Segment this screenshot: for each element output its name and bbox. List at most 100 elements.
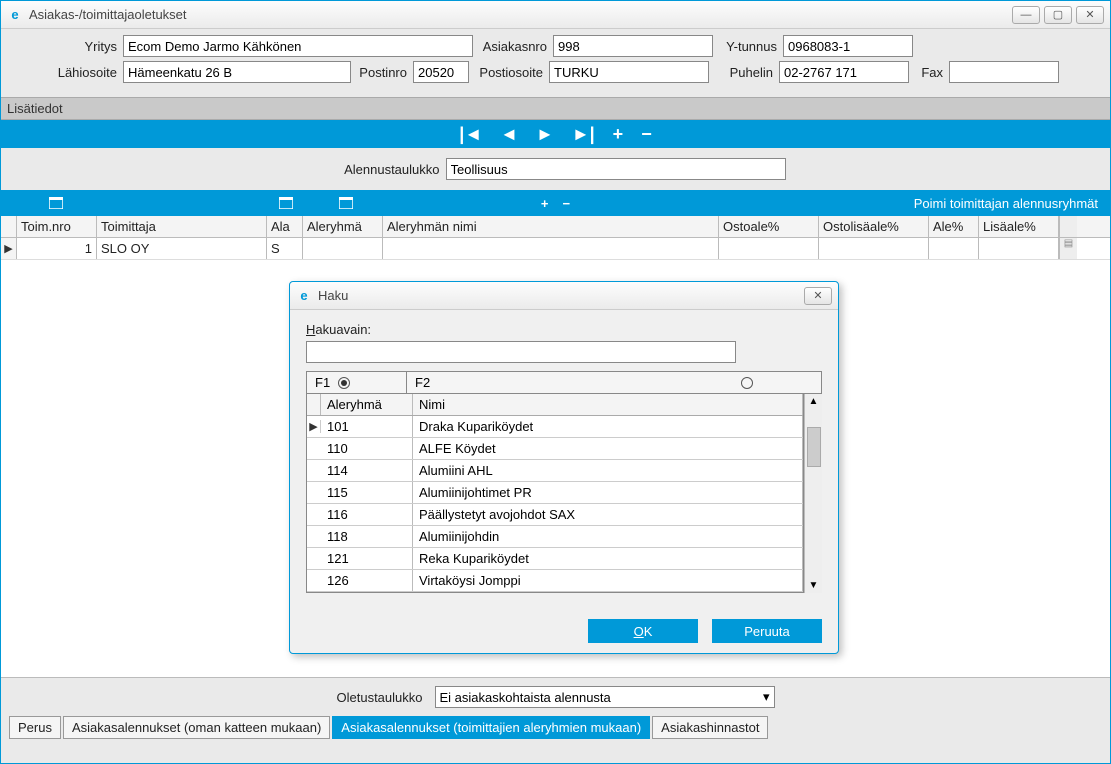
dialog-close-button[interactable]: ✕ — [804, 287, 832, 305]
dlg-col-aleryhma[interactable]: Aleryhmä — [321, 394, 413, 415]
alennustaulukko-row: Alennustaulukko — [1, 148, 1110, 190]
ok-button[interactable]: OK — [588, 619, 698, 643]
grid-scroll[interactable] — [1059, 216, 1077, 237]
next-icon[interactable]: ► — [536, 124, 554, 145]
main-window: e Asiakas-/toimittajaoletukset — ▢ ✕ Yri… — [0, 0, 1111, 764]
ytunnus-field[interactable] — [783, 35, 913, 57]
yritys-field[interactable] — [123, 35, 473, 57]
tab-asiakasalennukset-toim[interactable]: Asiakasalennukset (toimittajien aleryhmi… — [332, 716, 650, 739]
dlg-corner — [307, 394, 321, 415]
remove-icon[interactable]: − — [641, 124, 652, 145]
app-icon: e — [7, 7, 23, 23]
col-ostolisaale[interactable]: Ostolisäale% — [819, 216, 929, 237]
maximize-button[interactable]: ▢ — [1044, 6, 1072, 24]
tab-asiakashinnastot[interactable]: Asiakashinnastot — [652, 716, 768, 739]
oletustaulukko-value: Ei asiakaskohtaista alennusta — [440, 690, 611, 705]
cell-aleryhma[interactable] — [303, 238, 383, 259]
col-lisaale[interactable]: Lisäale% — [979, 216, 1059, 237]
list-item[interactable]: 118Alumiinijohdin — [307, 526, 803, 548]
cancel-button[interactable]: Peruuta — [712, 619, 822, 643]
dialog-grid: Aleryhmä Nimi ▶101Draka Kupariköydet110A… — [306, 394, 804, 593]
oletustaulukko-row: Oletustaulukko Ei asiakaskohtaista alenn… — [1, 678, 1110, 716]
col-toimnro[interactable]: Toim.nro — [17, 216, 97, 237]
col-ala[interactable]: Ala — [267, 216, 303, 237]
grid-header: Toim.nro Toimittaja Ala Aleryhmä Aleryhm… — [1, 216, 1110, 238]
poimi-link[interactable]: Poimi toimittajan alennusryhmät — [914, 196, 1110, 211]
cell-name: Virtaköysi Jomppi — [413, 570, 803, 591]
col-ale[interactable]: Ale% — [929, 216, 979, 237]
cell-lisaale[interactable] — [979, 238, 1059, 259]
f2-label: F2 — [415, 375, 430, 390]
postinro-field[interactable] — [413, 61, 469, 83]
cell-ala[interactable]: S — [267, 238, 303, 259]
tab-perus[interactable]: Perus — [9, 716, 61, 739]
f1-tab[interactable]: F1 — [307, 372, 407, 393]
puhelin-field[interactable] — [779, 61, 909, 83]
hakuavain-label: Hakuavain: — [306, 322, 822, 337]
hakuavain-input[interactable] — [306, 341, 736, 363]
list-item[interactable]: 126Virtaköysi Jomppi — [307, 570, 803, 592]
dialog-tabheader: F1 F2 — [306, 371, 822, 394]
grid-add-icon[interactable]: + — [541, 196, 549, 211]
cell-code: 115 — [321, 482, 413, 503]
oletustaulukko-select[interactable]: Ei asiakaskohtaista alennusta ▾ — [435, 686, 775, 708]
cell-ostolisaale[interactable] — [819, 238, 929, 259]
close-button[interactable]: ✕ — [1076, 6, 1104, 24]
alennustaulukko-field[interactable] — [446, 158, 786, 180]
cell-name: Reka Kupariköydet — [413, 548, 803, 569]
dialog-titlebar: e Haku ✕ — [290, 282, 838, 310]
asiakasnro-label: Asiakasnro — [473, 39, 553, 54]
grid-scroll-track[interactable]: ▤ — [1059, 238, 1077, 259]
cell-code: 118 — [321, 526, 413, 547]
dialog-scrollbar[interactable]: ▲ ▼ — [804, 394, 822, 593]
lisatiedot-header: Lisätiedot — [1, 97, 1110, 120]
scroll-thumb[interactable] — [807, 427, 821, 467]
postinro-label: Postinro — [351, 65, 413, 80]
cell-aleryhman-nimi[interactable] — [383, 238, 719, 259]
window-icon-2[interactable] — [271, 197, 301, 209]
list-item[interactable]: 110ALFE Köydet — [307, 438, 803, 460]
dlg-col-nimi[interactable]: Nimi — [413, 394, 803, 415]
minimize-button[interactable]: — — [1012, 6, 1040, 24]
dialog-app-icon: e — [296, 288, 312, 304]
cell-code: 101 — [321, 416, 413, 437]
tab-asiakasalennukset-oman[interactable]: Asiakasalennukset (oman katteen mukaan) — [63, 716, 330, 739]
first-icon[interactable]: |◄ — [459, 124, 482, 145]
last-icon[interactable]: ►| — [572, 124, 595, 145]
cell-ale[interactable] — [929, 238, 979, 259]
list-item[interactable]: 115Alumiinijohtimet PR — [307, 482, 803, 504]
col-ostoale[interactable]: Ostoale% — [719, 216, 819, 237]
scroll-up-icon[interactable]: ▲ — [809, 396, 819, 407]
list-item[interactable]: 121Reka Kupariköydet — [307, 548, 803, 570]
lahiosoite-field[interactable] — [123, 61, 351, 83]
col-toimittaja[interactable]: Toimittaja — [97, 216, 267, 237]
alennustaulukko-label: Alennustaulukko — [326, 162, 446, 177]
table-row[interactable]: ▶ 1 SLO OY S ▤ — [1, 238, 1110, 260]
f1-radio[interactable] — [338, 377, 350, 389]
fax-field[interactable] — [949, 61, 1059, 83]
cell-code: 121 — [321, 548, 413, 569]
list-item[interactable]: 114Alumiini AHL — [307, 460, 803, 482]
f2-radio[interactable] — [741, 377, 753, 389]
cell-toimnro[interactable]: 1 — [17, 238, 97, 259]
cell-name: ALFE Köydet — [413, 438, 803, 459]
scroll-down-icon[interactable]: ▼ — [809, 580, 819, 591]
postiosoite-field[interactable] — [549, 61, 709, 83]
f1-label: F1 — [315, 375, 330, 390]
list-item[interactable]: ▶101Draka Kupariköydet — [307, 416, 803, 438]
add-icon[interactable]: + — [613, 124, 624, 145]
titlebar: e Asiakas-/toimittajaoletukset — ▢ ✕ — [1, 1, 1110, 29]
cell-code: 110 — [321, 438, 413, 459]
cell-ostoale[interactable] — [719, 238, 819, 259]
list-item[interactable]: 116Päällystetyt avojohdot SAX — [307, 504, 803, 526]
col-aleryhma[interactable]: Aleryhmä — [303, 216, 383, 237]
col-aleryhman-nimi[interactable]: Aleryhmän nimi — [383, 216, 719, 237]
cell-toimittaja[interactable]: SLO OY — [97, 238, 267, 259]
prev-icon[interactable]: ◄ — [500, 124, 518, 145]
asiakasnro-field[interactable] — [553, 35, 713, 57]
grid-remove-icon[interactable]: − — [563, 196, 571, 211]
window-icon-1[interactable] — [41, 197, 71, 209]
oletustaulukko-label: Oletustaulukko — [337, 690, 429, 705]
window-icon-3[interactable] — [331, 197, 361, 209]
f2-tab[interactable]: F2 — [407, 372, 821, 393]
